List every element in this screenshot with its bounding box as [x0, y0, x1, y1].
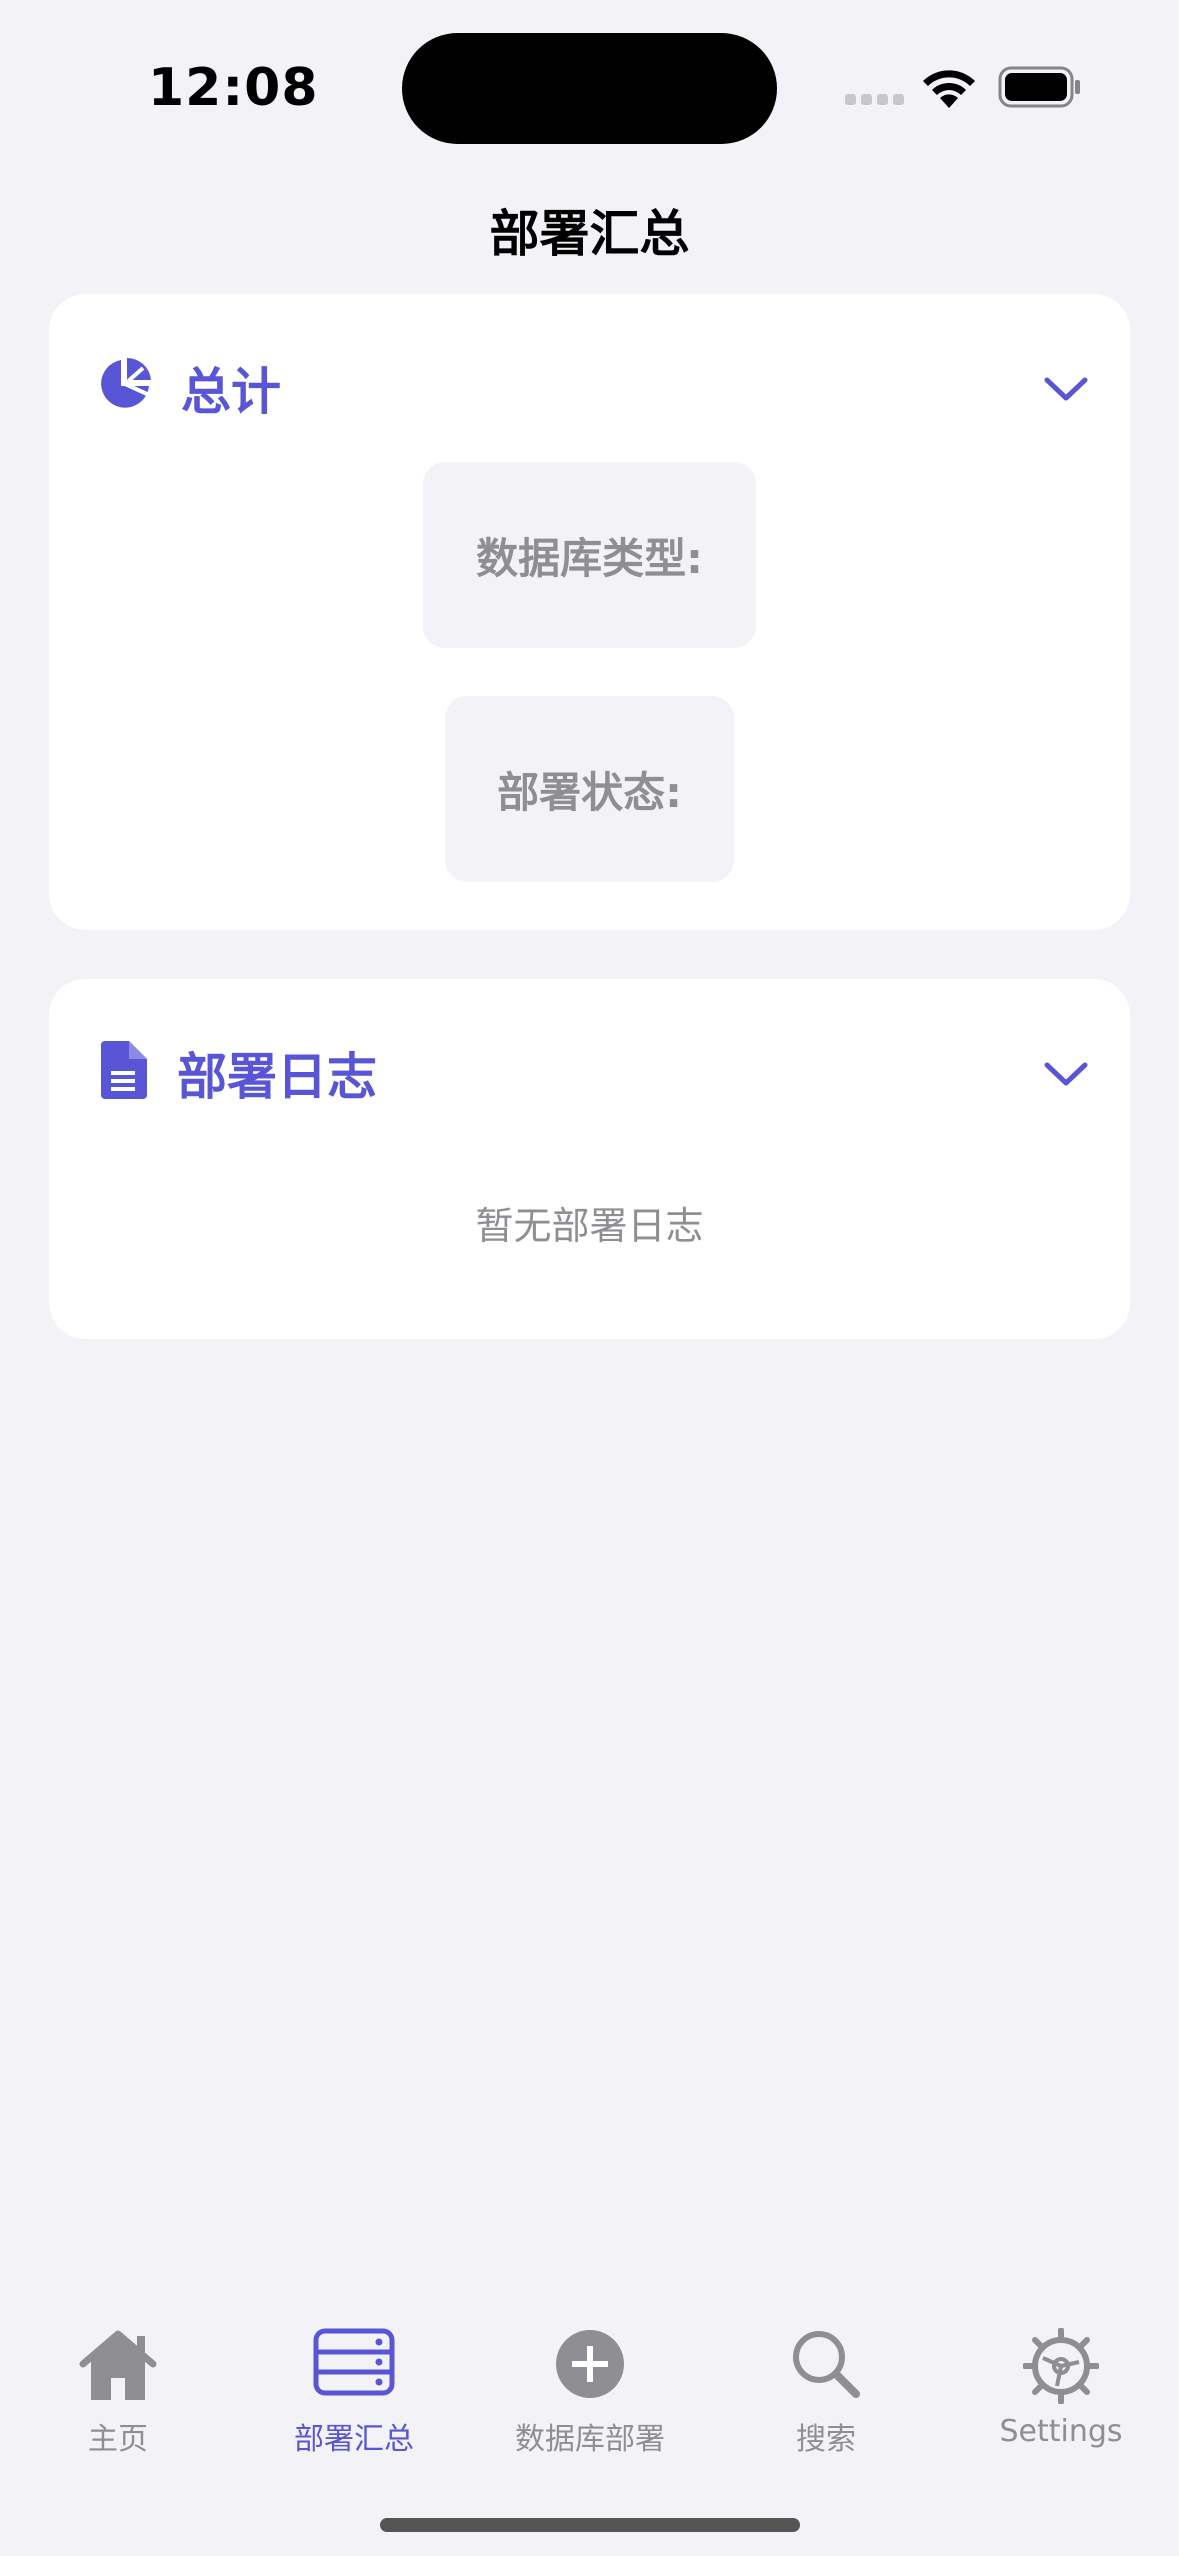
chevron-down-icon[interactable]: [1043, 374, 1089, 404]
deploy-status-pill: 部署状态:: [445, 696, 734, 882]
status-bar: 12:08: [0, 0, 1179, 170]
db-type-label: 数据库类型:: [476, 533, 703, 583]
db-type-pill: 数据库类型:: [423, 462, 756, 648]
document-icon: [101, 1041, 147, 1099]
dynamic-island: [402, 33, 777, 144]
pie-chart-icon: [101, 357, 151, 408]
logs-card: 部署日志 暂无部署日志: [49, 979, 1130, 1339]
tab-deploy-summary[interactable]: 部署汇总: [236, 2290, 472, 2470]
tab-home[interactable]: 主页: [0, 2290, 236, 2470]
home-indicator[interactable]: [380, 2518, 800, 2532]
tab-db-deploy[interactable]: 数据库部署: [472, 2290, 708, 2470]
deploy-status-label: 部署状态:: [497, 767, 682, 817]
summary-title: 总计: [181, 363, 281, 421]
tab-bar: 主页 部署汇总 数据库部署 搜索 Settings: [0, 2290, 1179, 2556]
plus-circle-icon: [556, 2330, 624, 2398]
tab-settings[interactable]: Settings: [943, 2290, 1179, 2470]
server-list-icon: [313, 2328, 395, 2396]
gear-icon: [1023, 2328, 1099, 2404]
logs-title: 部署日志: [177, 1048, 377, 1106]
chevron-down-icon[interactable]: [1043, 1059, 1089, 1089]
summary-card: 总计 数据库类型: 部署状态:: [49, 294, 1130, 930]
magnifier-icon: [793, 2331, 860, 2398]
tab-deploy-summary-label: 部署汇总: [294, 2422, 414, 2457]
status-time: 12:08: [148, 58, 319, 118]
cellular-signal-icon: [845, 94, 905, 106]
wifi-icon: [923, 70, 975, 108]
tab-search[interactable]: 搜索: [708, 2290, 944, 2470]
tab-search-label: 搜索: [796, 2422, 856, 2457]
tab-settings-label: Settings: [999, 2414, 1123, 2449]
tab-db-deploy-label: 数据库部署: [515, 2422, 665, 2457]
battery-icon: [998, 66, 1080, 108]
house-icon: [79, 2330, 157, 2400]
page-title: 部署汇总: [489, 205, 690, 263]
empty-logs-text: 暂无部署日志: [475, 1204, 704, 1248]
tab-home-label: 主页: [88, 2422, 148, 2457]
